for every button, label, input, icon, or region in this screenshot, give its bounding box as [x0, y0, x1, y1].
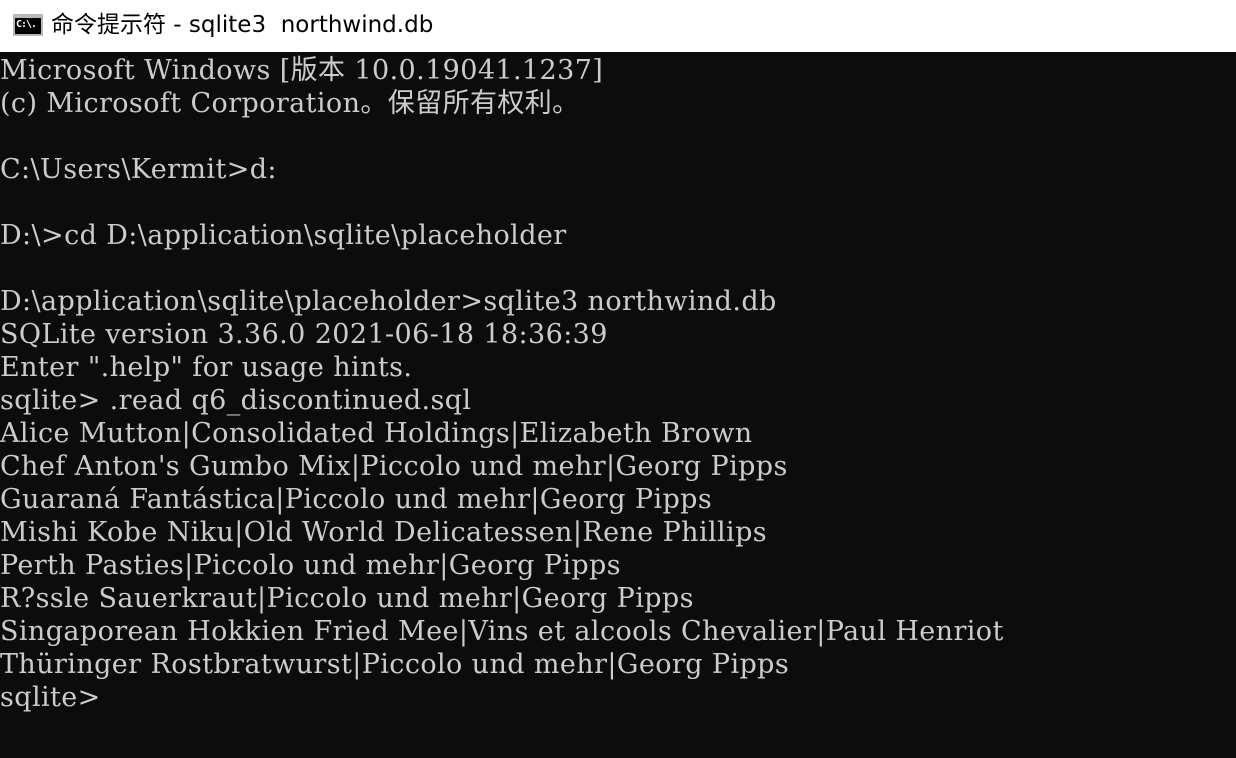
- result-row: Perth Pasties|Piccolo und mehr|Georg Pip…: [0, 550, 621, 581]
- result-row: R?ssle Sauerkraut|Piccolo und mehr|Georg…: [0, 583, 694, 614]
- console-line: SQLite version 3.36.0 2021-06-18 18:36:3…: [0, 319, 608, 350]
- console-output[interactable]: Microsoft Windows [版本 10.0.19041.1237] (…: [0, 52, 1236, 758]
- result-row: Chef Anton's Gumbo Mix|Piccolo und mehr|…: [0, 451, 788, 482]
- console-line: Microsoft Windows [版本 10.0.19041.1237]: [0, 55, 604, 86]
- result-row: Guaraná Fantástica|Piccolo und mehr|Geor…: [0, 484, 713, 515]
- console-line: (c) Microsoft Corporation。保留所有权利。: [0, 88, 580, 119]
- result-row: Alice Mutton|Consolidated Holdings|Eliza…: [0, 418, 753, 449]
- window-title: 命令提示符 - sqlite3 northwind.db: [51, 12, 434, 38]
- console-line: D:\application\sqlite\placeholder>sqlite…: [0, 286, 777, 317]
- console-line: sqlite> .read q6_discontinued.sql: [0, 385, 472, 416]
- sqlite-prompt[interactable]: sqlite>: [0, 681, 101, 714]
- console-line: Enter ".help" for usage hints.: [0, 352, 413, 383]
- title-bar[interactable]: C:\. 命令提示符 - sqlite3 northwind.db: [0, 0, 1236, 52]
- result-row: Singaporean Hokkien Fried Mee|Vins et al…: [0, 616, 1004, 647]
- console-line: C:\Users\Kermit>d:: [0, 154, 277, 185]
- result-row: Thüringer Rostbratwurst|Piccolo und mehr…: [0, 649, 790, 680]
- cmd-icon[interactable]: C:\.: [13, 14, 43, 36]
- cmd-window: C:\. 命令提示符 - sqlite3 northwind.db Micros…: [0, 0, 1236, 758]
- console-line: D:\>cd D:\application\sqlite\placeholder: [0, 220, 567, 251]
- result-row: Mishi Kobe Niku|Old World Delicatessen|R…: [0, 517, 768, 548]
